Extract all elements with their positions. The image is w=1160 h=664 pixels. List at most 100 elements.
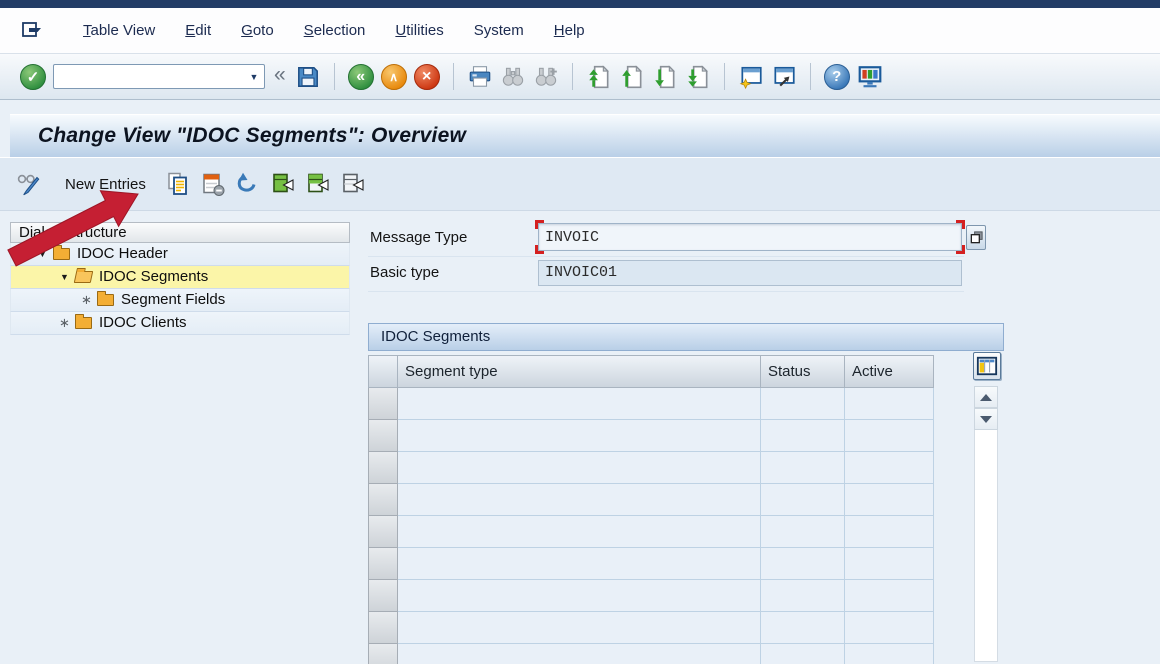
new-entries-button[interactable]: New Entries <box>51 172 156 197</box>
column-header-segment-type[interactable]: Segment type <box>398 355 761 388</box>
table-configuration-icon <box>976 355 998 377</box>
back-icon[interactable]: « <box>348 64 374 90</box>
tree-item-label: Segment Fields <box>120 289 225 311</box>
cell-status[interactable] <box>761 516 845 548</box>
closed-folder-icon <box>97 294 114 306</box>
menu-help[interactable]: Help <box>539 16 600 45</box>
page-down-icon[interactable] <box>652 64 678 90</box>
cell-status[interactable] <box>761 644 845 664</box>
cancel-icon[interactable]: × <box>414 64 440 90</box>
tree-item-idoc-header[interactable]: ▼IDOC Header <box>10 243 350 266</box>
window-top-strip <box>0 0 1160 8</box>
tree-item-idoc-segments[interactable]: ▼ IDOC Segments <box>10 266 350 289</box>
row-select-button[interactable] <box>368 516 398 548</box>
expand-triangle-icon[interactable]: ▼ <box>57 266 72 288</box>
menu-system[interactable]: System <box>459 16 539 45</box>
cell-segment-type[interactable] <box>398 484 761 516</box>
cell-status[interactable] <box>761 548 845 580</box>
scroll-up-button[interactable] <box>974 386 998 408</box>
print-icon[interactable] <box>467 64 493 90</box>
row-select-button[interactable] <box>368 580 398 612</box>
overlapping-pages-icon <box>969 230 984 245</box>
table-row <box>368 644 934 664</box>
cell-segment-type[interactable] <box>398 420 761 452</box>
cell-status[interactable] <box>761 484 845 516</box>
select-all-header-cell[interactable] <box>368 355 398 388</box>
undo-change-icon[interactable] <box>235 171 261 197</box>
menu-utilities[interactable]: Utilities <box>380 16 458 45</box>
system-menu-icon[interactable] <box>18 18 48 44</box>
row-select-button[interactable] <box>368 644 398 664</box>
save-icon[interactable] <box>295 64 321 90</box>
multiple-selection-button[interactable] <box>966 225 986 250</box>
first-page-icon[interactable] <box>586 64 612 90</box>
find-icon[interactable] <box>500 64 526 90</box>
cell-segment-type[interactable] <box>398 580 761 612</box>
customize-local-layout-icon[interactable] <box>857 64 883 90</box>
row-select-button[interactable] <box>368 420 398 452</box>
menu-selection[interactable]: Selection <box>289 16 381 45</box>
toolbar-separator <box>453 63 454 90</box>
cell-active[interactable] <box>845 580 934 612</box>
column-header-status[interactable]: Status <box>761 355 845 388</box>
help-icon[interactable]: ? <box>824 64 850 90</box>
segments-table-header-row: Segment type Status Active <box>368 355 934 388</box>
cell-active[interactable] <box>845 452 934 484</box>
cell-segment-type[interactable] <box>398 516 761 548</box>
cell-status[interactable] <box>761 452 845 484</box>
row-select-button[interactable] <box>368 388 398 420</box>
continue-check-icon[interactable]: ✓ <box>20 64 46 90</box>
cell-segment-type[interactable] <box>398 452 761 484</box>
cell-segment-type[interactable] <box>398 612 761 644</box>
cell-status[interactable] <box>761 612 845 644</box>
cell-segment-type[interactable] <box>398 644 761 664</box>
display-change-icon[interactable] <box>16 171 42 197</box>
row-select-button[interactable] <box>368 548 398 580</box>
row-select-button[interactable] <box>368 484 398 516</box>
delete-entries-icon[interactable] <box>200 171 226 197</box>
cell-active[interactable] <box>845 420 934 452</box>
command-dropdown-icon[interactable]: ▼ <box>244 72 264 82</box>
command-field[interactable]: ▼ <box>53 64 265 89</box>
column-header-active[interactable]: Active <box>845 355 934 388</box>
basic-type-label: Basic type <box>370 257 439 288</box>
expand-triangle-icon[interactable]: ▼ <box>35 243 50 265</box>
cell-active[interactable] <box>845 548 934 580</box>
cell-active[interactable] <box>845 516 934 548</box>
message-type-field[interactable] <box>538 223 962 251</box>
table-configuration-button[interactable] <box>973 352 1001 380</box>
cell-active[interactable] <box>845 612 934 644</box>
scrollbar-track[interactable] <box>974 430 998 662</box>
exit-icon[interactable]: ∧ <box>381 64 407 90</box>
row-select-button[interactable] <box>368 612 398 644</box>
tree-item-idoc-clients[interactable]: ∗IDOC Clients <box>10 312 350 335</box>
copy-entries-icon[interactable] <box>165 171 191 197</box>
deselect-all-icon[interactable] <box>340 171 366 197</box>
menu-goto[interactable]: Goto <box>226 16 289 45</box>
last-page-icon[interactable] <box>685 64 711 90</box>
select-all-icon[interactable] <box>270 171 296 197</box>
cell-status[interactable] <box>761 388 845 420</box>
command-input[interactable] <box>54 65 244 88</box>
cell-active[interactable] <box>845 484 934 516</box>
cell-active[interactable] <box>845 388 934 420</box>
cell-segment-type[interactable] <box>398 388 761 420</box>
table-row <box>368 516 934 548</box>
tree-item-segment-fields[interactable]: ∗Segment Fields <box>10 289 350 312</box>
page-up-icon[interactable] <box>619 64 645 90</box>
collapse-chevrons-icon[interactable]: « <box>272 64 288 89</box>
new-session-icon[interactable] <box>738 64 764 90</box>
create-shortcut-icon[interactable] <box>771 64 797 90</box>
tree-item-label: IDOC Segments <box>98 266 208 288</box>
table-row <box>368 612 934 644</box>
cell-active[interactable] <box>845 644 934 664</box>
menu-edit[interactable]: Edit <box>170 16 226 45</box>
cell-status[interactable] <box>761 580 845 612</box>
menu-table-view[interactable]: Table View <box>68 16 170 45</box>
row-select-button[interactable] <box>368 452 398 484</box>
scroll-down-button[interactable] <box>974 408 998 430</box>
cell-segment-type[interactable] <box>398 548 761 580</box>
select-block-icon[interactable] <box>305 171 331 197</box>
find-next-icon[interactable] <box>533 64 559 90</box>
cell-status[interactable] <box>761 420 845 452</box>
